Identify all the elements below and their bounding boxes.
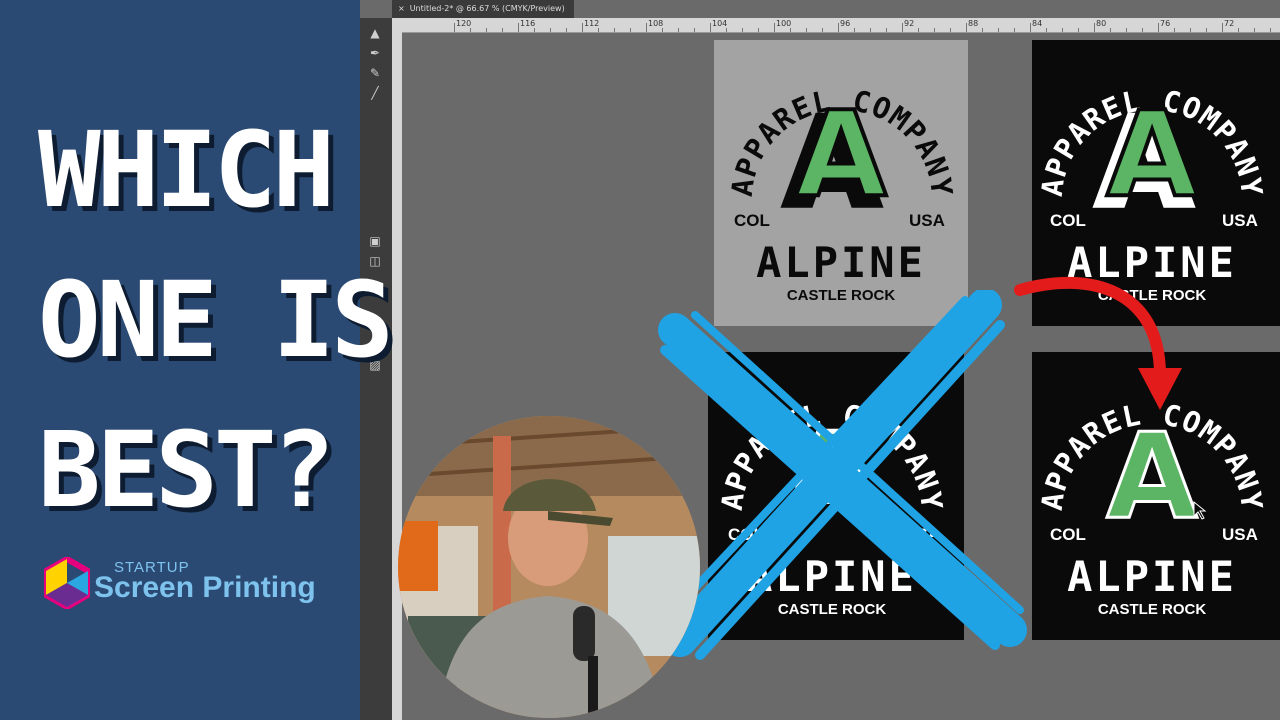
ruler-tick <box>518 23 519 32</box>
ruler-tick <box>486 28 487 32</box>
ruler-tick <box>630 28 631 32</box>
logo-right-text: USA <box>1222 211 1258 230</box>
ruler-tick <box>694 28 695 32</box>
ruler-tick <box>1158 23 1159 32</box>
ruler-label: 116 <box>520 19 536 28</box>
ruler-tick <box>1046 28 1047 32</box>
ruler-tick <box>614 28 615 32</box>
logo-letter: A <box>795 85 886 223</box>
ruler-label: 76 <box>1160 19 1171 28</box>
ruler-tick <box>982 28 983 32</box>
ruler-tick <box>1142 28 1143 32</box>
logo-letter: A <box>1106 85 1197 223</box>
ruler-tick <box>1270 28 1271 32</box>
headline: WHICH ONE IS BEST? <box>38 95 458 545</box>
ruler-tick <box>838 23 839 32</box>
logo-letter: A <box>1106 407 1197 545</box>
ruler-tick <box>1014 28 1015 32</box>
ruler-tick <box>934 28 935 32</box>
ruler-tick <box>1030 23 1031 32</box>
ruler-label: 100 <box>776 19 792 28</box>
ruler-label: 120 <box>456 19 472 28</box>
ruler-label: 108 <box>648 19 664 28</box>
ruler-label: 72 <box>1224 19 1235 28</box>
ruler-tick <box>534 28 535 32</box>
ruler-label: 88 <box>968 19 979 28</box>
headline-line-1: WHICH <box>38 109 335 231</box>
ruler-tick <box>598 28 599 32</box>
ruler-label: 80 <box>1096 19 1107 28</box>
logo-left-text: COL <box>1050 211 1086 230</box>
ruler-tick <box>1062 28 1063 32</box>
close-icon[interactable]: × <box>398 4 405 13</box>
ruler-label: 96 <box>840 19 851 28</box>
ruler-tick <box>1190 28 1191 32</box>
selection-tool-icon[interactable]: ▲ <box>367 26 383 40</box>
ruler-label: 84 <box>1032 19 1043 28</box>
logo-gray: APPAREL COMPANY A A COL USA ALPINE CASTL… <box>714 40 968 326</box>
pointer-arrow-icon <box>1014 276 1182 410</box>
ruler-tick <box>758 28 759 32</box>
ruler-tick <box>966 23 967 32</box>
ruler-tick <box>1126 28 1127 32</box>
cross-out-icon <box>658 290 1027 660</box>
ruler-tick <box>1238 28 1239 32</box>
ruler-tick <box>1174 28 1175 32</box>
ruler-tick <box>870 28 871 32</box>
ruler-tick <box>662 28 663 32</box>
headline-line-3: BEST? <box>38 409 335 531</box>
ruler-tick <box>678 28 679 32</box>
ruler-tick <box>1222 23 1223 32</box>
logo-name: ALPINE <box>756 238 926 287</box>
ruler-tick <box>454 23 455 32</box>
logo-name: ALPINE <box>1067 552 1237 601</box>
logo-right-text: USA <box>909 211 945 230</box>
ruler-tick <box>710 23 711 32</box>
brand-logo: STARTUP Screen Printing <box>44 555 344 615</box>
pen-tool-icon[interactable]: ✒ <box>367 46 383 60</box>
ruler-tick <box>902 23 903 32</box>
ruler-label: 104 <box>712 19 728 28</box>
ruler-tick <box>1254 28 1255 32</box>
ruler-tick <box>950 28 951 32</box>
ruler-tick <box>854 28 855 32</box>
headline-line-2: ONE IS <box>38 259 394 381</box>
ruler-tick <box>774 23 775 32</box>
ruler-tick <box>790 28 791 32</box>
ruler-tick <box>1206 28 1207 32</box>
ruler-tick <box>742 28 743 32</box>
brand-hexagon-icon <box>44 557 90 609</box>
logo-subtitle: CASTLE ROCK <box>1098 601 1207 618</box>
ruler-tick <box>1110 28 1111 32</box>
ruler-tick <box>566 28 567 32</box>
document-tab[interactable]: × Untitled-2* @ 66.67 % (CMYK/Preview) <box>392 0 574 18</box>
ruler-tick <box>646 23 647 32</box>
ruler-label: 92 <box>904 19 915 28</box>
curvature-tool-icon[interactable]: ✎ <box>367 66 383 80</box>
ruler-tick <box>502 28 503 32</box>
ruler-tick <box>582 23 583 32</box>
artboard-gray[interactable]: APPAREL COMPANY A A COL USA ALPINE CASTL… <box>714 40 968 326</box>
logo-right-text: USA <box>1222 525 1258 544</box>
ruler-tick <box>726 28 727 32</box>
ruler-tick <box>550 28 551 32</box>
ruler-tick <box>886 28 887 32</box>
ruler-tick <box>806 28 807 32</box>
ruler-tick <box>470 28 471 32</box>
ruler-label: 112 <box>584 19 600 28</box>
document-title: Untitled-2* @ 66.67 % (CMYK/Preview) <box>409 4 565 13</box>
ruler-tick <box>1078 28 1079 32</box>
ruler-tick <box>998 28 999 32</box>
ruler-tick <box>918 28 919 32</box>
logo-left-text: COL <box>1050 525 1086 544</box>
brand-name: Screen Printing <box>94 571 316 604</box>
logo-left-text: COL <box>734 211 770 230</box>
ruler-tick <box>1094 23 1095 32</box>
ruler-tick <box>822 28 823 32</box>
horizontal-ruler[interactable]: 1201161121081041009692888480767268 <box>392 18 1280 33</box>
